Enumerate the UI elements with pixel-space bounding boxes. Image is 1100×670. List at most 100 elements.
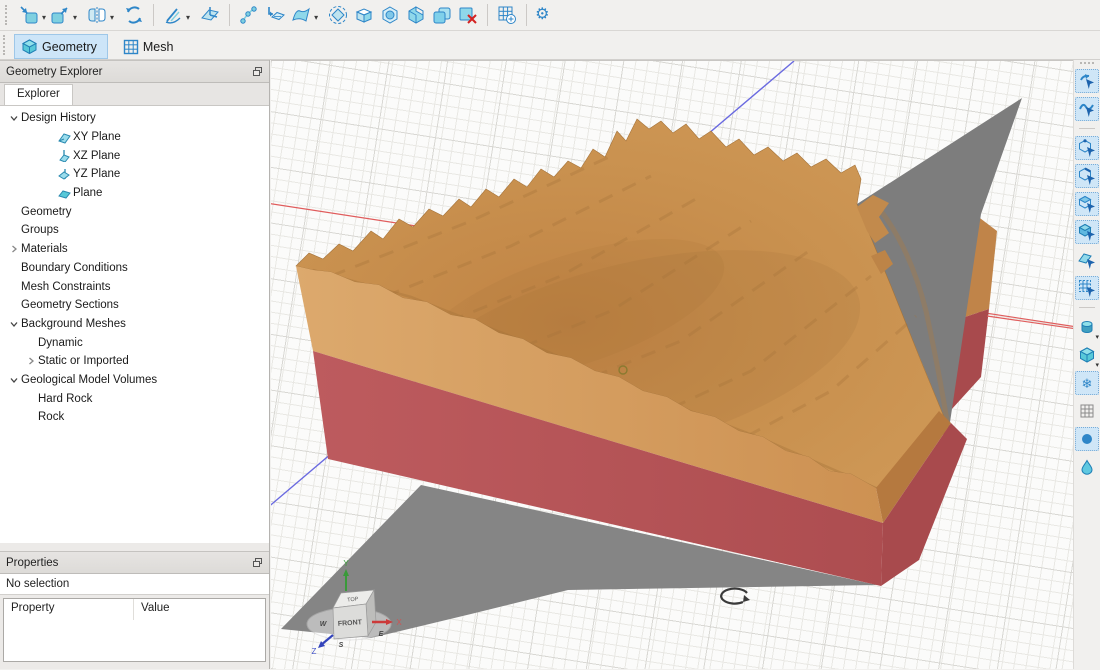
chevron-right-icon[interactable] bbox=[6, 244, 21, 254]
compass-east-label[interactable]: E bbox=[379, 631, 384, 638]
tree-item[interactable]: Plane bbox=[0, 184, 269, 203]
tree-item[interactable]: Mesh Constraints bbox=[0, 277, 269, 296]
tree-item[interactable]: Hard Rock bbox=[0, 389, 269, 408]
view-caret-icon[interactable]: ▾ bbox=[1095, 361, 1099, 369]
export-caret-icon[interactable]: ▾ bbox=[73, 14, 77, 22]
tree-item[interactable]: Geometry bbox=[0, 202, 269, 221]
float-panel-icon[interactable] bbox=[252, 557, 263, 568]
points-display-button[interactable] bbox=[1075, 427, 1099, 451]
select-body-button[interactable] bbox=[1075, 220, 1099, 244]
right-toolbar-drag-handle[interactable] bbox=[1080, 62, 1094, 67]
workspace-tabbar: Geometry Mesh bbox=[0, 31, 1100, 60]
toolbar-drag-handle[interactable] bbox=[5, 5, 11, 25]
explorer-panel-header: Geometry Explorer bbox=[0, 60, 269, 83]
gear-icon: ⚙ bbox=[535, 7, 549, 23]
grid-toggle-button[interactable] bbox=[1075, 399, 1099, 423]
float-panel-icon[interactable] bbox=[252, 66, 263, 77]
tab-mesh-label: Mesh bbox=[143, 40, 174, 54]
chevron-down-icon[interactable] bbox=[6, 319, 21, 329]
tree-item-label: Rock bbox=[38, 411, 64, 423]
tree-item[interactable]: Geological Model Volumes bbox=[0, 371, 269, 390]
viewport-3d[interactable]: TOP FRONT Y X Z W E S bbox=[271, 60, 1073, 669]
tree-item[interactable]: Rock bbox=[0, 408, 269, 427]
select-plane-button[interactable] bbox=[1075, 248, 1099, 272]
surface-button[interactable] bbox=[288, 2, 314, 28]
chevron-right-icon[interactable] bbox=[23, 356, 38, 366]
background-mesh-button[interactable] bbox=[494, 2, 520, 28]
boolean-union-button[interactable] bbox=[429, 2, 455, 28]
mirror-caret-icon[interactable]: ▾ bbox=[110, 14, 114, 22]
tree-item-label: Geometry bbox=[21, 206, 72, 218]
explorer-subtabs: Explorer bbox=[0, 83, 269, 106]
tree-item-label: Design History bbox=[21, 112, 96, 124]
axis-y-label: Y bbox=[343, 559, 349, 568]
selection-status: No selection bbox=[0, 574, 269, 595]
rotate-button[interactable] bbox=[121, 2, 147, 28]
revolve-button[interactable] bbox=[325, 2, 351, 28]
shaded-display-button[interactable] bbox=[1075, 455, 1099, 479]
snowflake-icon: ❄ bbox=[1082, 377, 1093, 390]
column-header-value[interactable]: Value bbox=[134, 599, 265, 620]
tabbar-drag-handle[interactable] bbox=[3, 35, 9, 55]
geometry-cube-icon bbox=[21, 38, 38, 55]
chevron-down-icon[interactable] bbox=[6, 113, 21, 123]
tree-item-label: Background Meshes bbox=[21, 318, 126, 330]
select-edge-button[interactable] bbox=[1075, 164, 1099, 188]
compass-south-label[interactable]: S bbox=[339, 642, 344, 649]
extrude-box-button[interactable] bbox=[351, 2, 377, 28]
axis-x-label: X bbox=[396, 618, 402, 627]
tree-item-label: Plane bbox=[73, 187, 102, 199]
tab-mesh[interactable]: Mesh bbox=[116, 34, 185, 59]
spline-button[interactable] bbox=[236, 2, 262, 28]
sketch-button[interactable] bbox=[160, 2, 186, 28]
tree-item[interactable]: Design History bbox=[0, 109, 269, 128]
select-vertex-button[interactable] bbox=[1075, 136, 1099, 160]
axis-z-label: Z bbox=[312, 647, 317, 656]
tree-item[interactable]: Dynamic bbox=[0, 333, 269, 352]
tree-item-label: Static or Imported bbox=[38, 355, 129, 367]
tree-item[interactable]: XZ Plane bbox=[0, 146, 269, 165]
tree-item[interactable]: XY Plane bbox=[0, 128, 269, 147]
tree-item[interactable]: Static or Imported bbox=[0, 352, 269, 371]
surface-caret-icon[interactable]: ▾ bbox=[314, 14, 318, 22]
mirror-button[interactable] bbox=[84, 2, 110, 28]
column-header-property[interactable]: Property bbox=[4, 599, 134, 620]
plane-solid-icon bbox=[55, 187, 73, 200]
tree-item-label: Geometry Sections bbox=[21, 299, 119, 311]
tree-item-label: Materials bbox=[21, 243, 68, 255]
import-button[interactable] bbox=[16, 2, 42, 28]
main-toolbar: ▾ ▾ ▾ ▾ ▾ bbox=[0, 0, 1100, 31]
section-cylinder-button[interactable]: ▾ bbox=[1075, 315, 1099, 339]
tree-item[interactable]: YZ Plane bbox=[0, 165, 269, 184]
tree-item-label: XZ Plane bbox=[73, 150, 120, 162]
select-face-button[interactable] bbox=[1075, 192, 1099, 216]
tab-geometry[interactable]: Geometry bbox=[14, 34, 108, 59]
datum-plane-button[interactable] bbox=[197, 2, 223, 28]
grid-icon bbox=[1079, 403, 1095, 419]
import-caret-icon[interactable]: ▾ bbox=[42, 14, 46, 22]
tree-item[interactable]: Boundary Conditions bbox=[0, 259, 269, 278]
sketch-caret-icon[interactable]: ▾ bbox=[186, 14, 190, 22]
tree-item[interactable]: Geometry Sections bbox=[0, 296, 269, 315]
tab-geometry-label: Geometry bbox=[42, 40, 97, 54]
tree-item[interactable]: Background Meshes bbox=[0, 315, 269, 334]
orbit-icon bbox=[721, 589, 750, 604]
view-orientation-button[interactable]: ▾ bbox=[1075, 343, 1099, 367]
select-curve-button[interactable] bbox=[1075, 97, 1099, 121]
selection-toolbar: ▾ ▾ ❄ bbox=[1073, 60, 1100, 669]
tree-item[interactable]: Groups bbox=[0, 221, 269, 240]
chevron-down-icon[interactable] bbox=[6, 375, 21, 385]
sphere-in-cube-button[interactable] bbox=[377, 2, 403, 28]
tree-item[interactable]: Materials bbox=[0, 240, 269, 259]
project-to-sketch-button[interactable] bbox=[262, 2, 288, 28]
select-cursor-button[interactable] bbox=[1075, 69, 1099, 93]
snap-toggle-button[interactable]: ❄ bbox=[1075, 371, 1099, 395]
cut-cube-button[interactable] bbox=[403, 2, 429, 28]
section-caret-icon[interactable]: ▾ bbox=[1095, 333, 1099, 341]
select-box-button[interactable] bbox=[1075, 276, 1099, 300]
subtab-explorer[interactable]: Explorer bbox=[4, 84, 73, 105]
export-button[interactable] bbox=[47, 2, 73, 28]
tree-item-label: YZ Plane bbox=[73, 168, 120, 180]
delete-face-button[interactable] bbox=[455, 2, 481, 28]
settings-button[interactable]: ⚙ bbox=[533, 2, 551, 28]
